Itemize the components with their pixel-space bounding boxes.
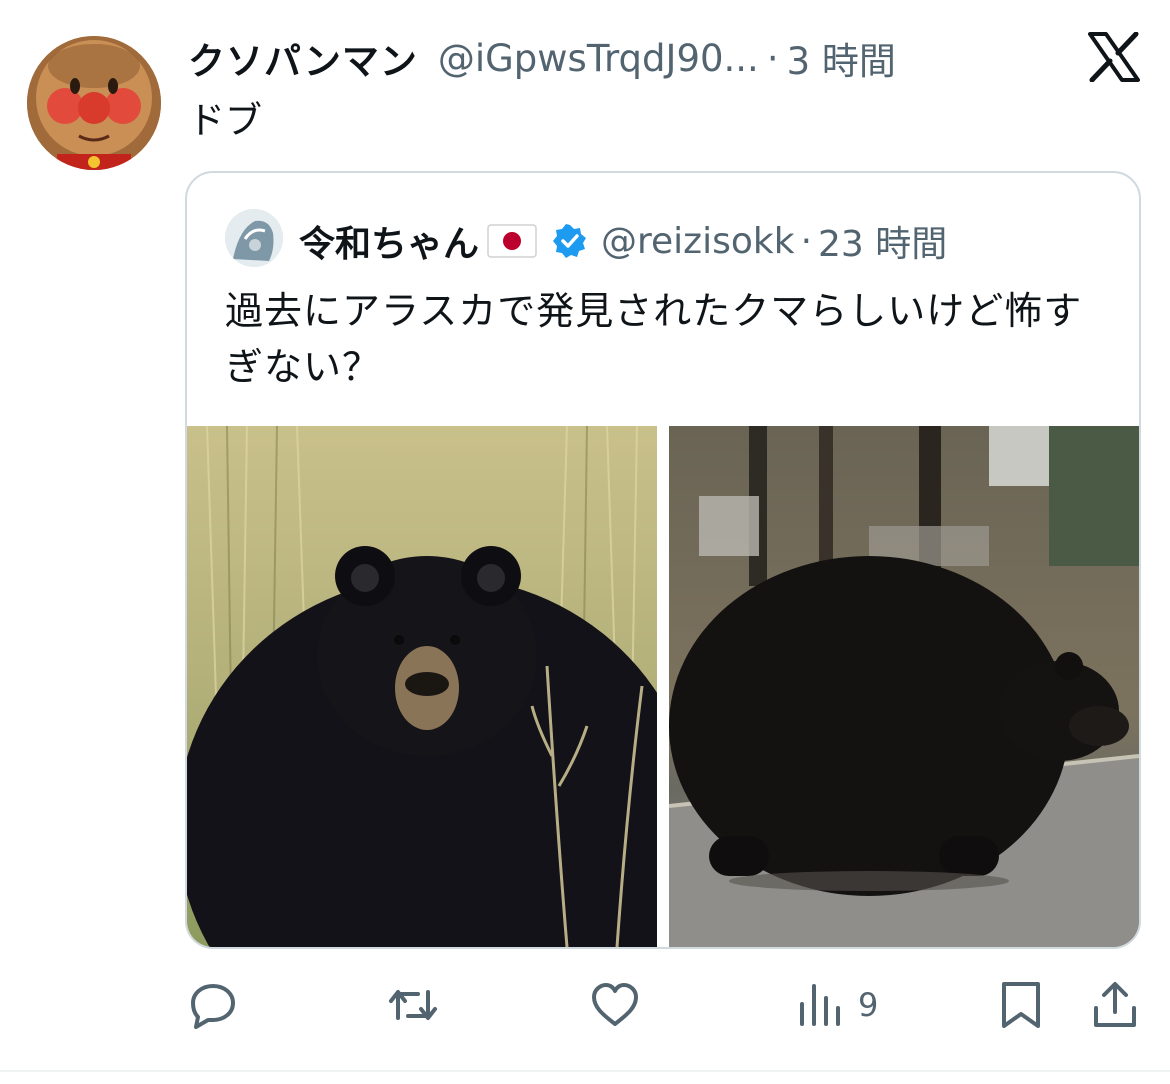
bottom-divider <box>0 1070 1170 1072</box>
bookmark-button[interactable] <box>996 975 1046 1035</box>
verified-badge-icon <box>553 224 587 258</box>
japan-flag-icon <box>487 224 537 258</box>
tweet-text: ドブ <box>188 99 262 142</box>
views-button[interactable]: 9 <box>796 975 878 1035</box>
reply-icon <box>191 984 235 1029</box>
reply-button[interactable] <box>188 975 238 1035</box>
separator-dot: · <box>766 36 779 80</box>
tweet-header: クソパンマン @iGpwsTrqdJ90... · 3 時間 <box>188 30 896 86</box>
quoted-tweet[interactable]: 令和ちゃん @reizisokk · 23 時間 過去にアラスカで発見されたクマ… <box>185 171 1141 949</box>
display-name[interactable]: クソパンマン <box>188 31 418 85</box>
quoted-media-grid <box>187 426 1139 947</box>
views-count: 9 <box>858 986 879 1024</box>
user-avatar[interactable] <box>27 36 161 170</box>
quoted-display-name[interactable]: 令和ちゃん <box>299 215 479 267</box>
quoted-avatar-icon <box>225 209 283 267</box>
quoted-user-avatar[interactable] <box>225 209 283 267</box>
retweet-button[interactable] <box>388 975 438 1035</box>
quoted-timestamp[interactable]: 23 時間 <box>818 215 947 267</box>
bear-front-photo[interactable] <box>187 426 657 947</box>
like-icon <box>592 983 638 1026</box>
quoted-separator-dot: · <box>800 220 813 262</box>
bookmark-icon <box>1002 982 1040 1028</box>
x-logo-icon[interactable] <box>1088 31 1140 83</box>
tweet: クソパンマン @iGpwsTrqdJ90... · 3 時間 ドブ 令和ちゃん <box>0 0 1170 1084</box>
user-handle[interactable]: @iGpwsTrqdJ90... <box>438 37 759 80</box>
retweet-icon <box>389 990 437 1020</box>
tweet-timestamp[interactable]: 3 時間 <box>787 31 896 85</box>
quoted-tweet-text: 過去にアラスカで発見されたクマらしいけど怖すぎない？ <box>225 289 1083 389</box>
share-button[interactable] <box>1090 975 1140 1035</box>
bear-side-photo[interactable] <box>669 426 1139 947</box>
share-icon <box>1094 982 1136 1027</box>
like-button[interactable] <box>590 975 640 1035</box>
quoted-tweet-header: 令和ちゃん @reizisokk · 23 時間 <box>299 211 947 271</box>
views-icon <box>800 984 840 1026</box>
quoted-user-handle[interactable]: @reizisokk <box>601 221 795 262</box>
anpanman-avatar-icon <box>27 36 161 170</box>
tweet-actions: 9 <box>0 975 1170 1035</box>
